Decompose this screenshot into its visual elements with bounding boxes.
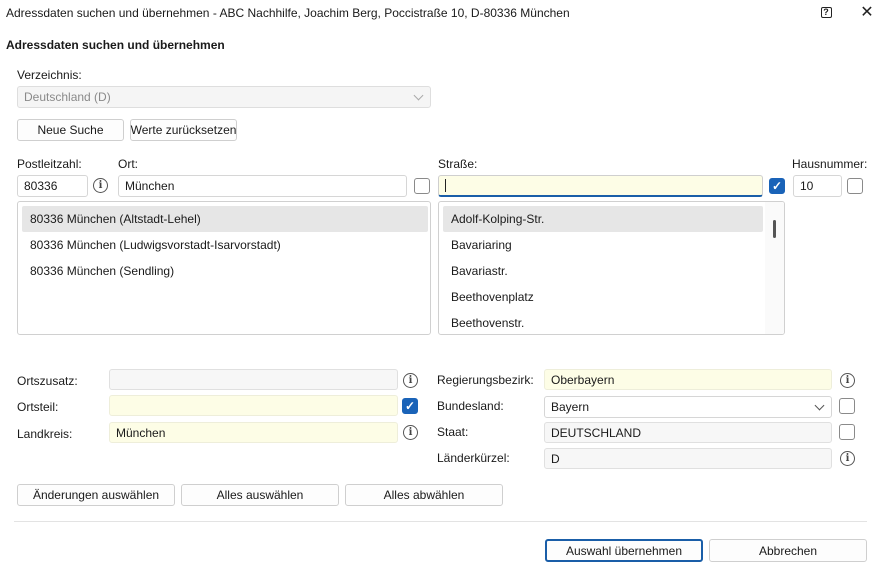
regierungsbezirk-info-icon[interactable]: i [840,373,855,388]
postleitzahl-info-icon[interactable]: i [93,178,108,193]
scrollbar-thumb[interactable] [773,220,776,238]
window-title: Adressdaten suchen und übernehmen - ABC … [6,6,570,20]
ortszusatz-label: Ortszusatz: [17,374,78,388]
help-button[interactable]: ? [818,4,834,20]
orte-list-item[interactable]: 80336 München (Ludwigsvorstadt-Isarvorst… [22,232,428,258]
staat-checkbox[interactable] [839,424,855,440]
hausnummer-label: Hausnummer: [792,157,868,171]
footer-divider [14,521,867,522]
staat-label: Staat: [437,425,469,439]
strassen-list-item[interactable]: Bavariaring [443,232,763,258]
hausnummer-value: 10 [800,179,814,193]
aenderungen-auswaehlen-button[interactable]: Änderungen auswählen [17,484,175,506]
verzeichnis-label: Verzeichnis: [17,68,82,82]
auswahl-uebernehmen-button[interactable]: Auswahl übernehmen [545,539,703,562]
regierungsbezirk-input[interactable]: Oberbayern [544,369,832,390]
alles-abwaehlen-button[interactable]: Alles abwählen [345,484,503,506]
ortszusatz-input[interactable] [109,369,398,390]
strassen-list-item-label: Bavariastr. [451,264,508,278]
landkreis-value: München [116,425,166,440]
strassen-list-item[interactable]: Adolf-Kolping-Str. [443,206,763,232]
bundesland-value: Bayern [551,400,590,414]
check-icon: ✓ [771,179,783,193]
orte-list-item-label: 80336 München (Altstadt-Lehel) [30,212,201,226]
landkreis-info-icon[interactable]: i [403,425,418,440]
strassen-list-item-label: Beethovenstr. [451,316,525,330]
postleitzahl-label: Postleitzahl: [17,157,82,171]
verzeichnis-select[interactable]: Deutschland (D) [17,86,431,108]
text-caret [445,179,446,192]
staat-value: DEUTSCHLAND [551,425,642,440]
ort-checkbox[interactable] [414,178,430,194]
strassen-list[interactable]: Adolf-Kolping-Str. Bavariaring Bavariast… [438,201,785,335]
help-icon: ? [820,6,832,18]
landkreis-label: Landkreis: [17,427,73,441]
orte-list-item[interactable]: 80336 München (Sendling) [22,258,428,284]
orte-list-item-label: 80336 München (Sendling) [30,264,175,278]
landkreis-input[interactable]: München [109,422,398,443]
strassen-list-item-label: Beethovenplatz [451,290,534,304]
ort-input[interactable]: München [118,175,407,197]
ortsteil-input[interactable] [109,395,398,416]
bundesland-checkbox[interactable] [839,398,855,414]
regierungsbezirk-value: Oberbayern [551,372,615,387]
close-icon: ✕ [860,4,874,21]
orte-list-item[interactable]: 80336 München (Altstadt-Lehel) [22,206,428,232]
strassen-list-item-label: Bavariaring [451,238,512,252]
chevron-down-icon [413,90,424,101]
strassen-list-item[interactable]: Beethovenplatz [443,284,763,310]
ort-value: München [125,179,175,193]
section-title: Adressdaten suchen und übernehmen [6,38,225,52]
hausnummer-input[interactable]: 10 [793,175,842,197]
strassen-scrollbar[interactable] [765,202,784,334]
ortsteil-checkbox[interactable]: ✓ [402,398,418,414]
werte-zuruecksetzen-button[interactable]: Werte zurücksetzen [130,119,237,141]
orte-list[interactable]: 80336 München (Altstadt-Lehel) 80336 Mün… [17,201,431,335]
regierungsbezirk-label: Regierungsbezirk: [437,373,534,387]
postleitzahl-input[interactable]: 80336 [17,175,88,197]
ortszusatz-info-icon[interactable]: i [403,373,418,388]
chevron-down-icon [814,400,825,411]
postleitzahl-value: 80336 [24,179,58,193]
abbrechen-button[interactable]: Abbrechen [709,539,867,562]
alles-auswaehlen-button[interactable]: Alles auswählen [181,484,339,506]
strasse-checkbox[interactable]: ✓ [769,178,785,194]
strasse-input[interactable] [438,175,763,197]
hausnummer-checkbox[interactable] [847,178,863,194]
strassen-list-item[interactable]: Bavariastr. [443,258,763,284]
close-button[interactable]: ✕ [858,3,876,21]
laenderkuerzel-value: D [551,451,560,466]
strassen-list-item[interactable]: Beethovenstr. [443,310,763,334]
laenderkuerzel-label: Länderkürzel: [437,451,510,465]
verzeichnis-value: Deutschland (D) [24,90,111,104]
bundesland-select[interactable]: Bayern [544,396,832,418]
ortsteil-label: Ortsteil: [17,400,59,414]
laenderkuerzel-info-icon[interactable]: i [840,451,855,466]
strasse-label: Straße: [438,157,478,171]
check-icon: ✓ [404,399,416,413]
orte-list-item-label: 80336 München (Ludwigsvorstadt-Isarvorst… [30,238,281,252]
ort-label: Ort: [118,157,138,171]
strassen-list-item-label: Adolf-Kolping-Str. [451,212,545,226]
bundesland-label: Bundesland: [437,399,504,413]
staat-input[interactable]: DEUTSCHLAND [544,422,832,443]
neue-suche-button[interactable]: Neue Suche [17,119,124,141]
laenderkuerzel-input[interactable]: D [544,448,832,469]
